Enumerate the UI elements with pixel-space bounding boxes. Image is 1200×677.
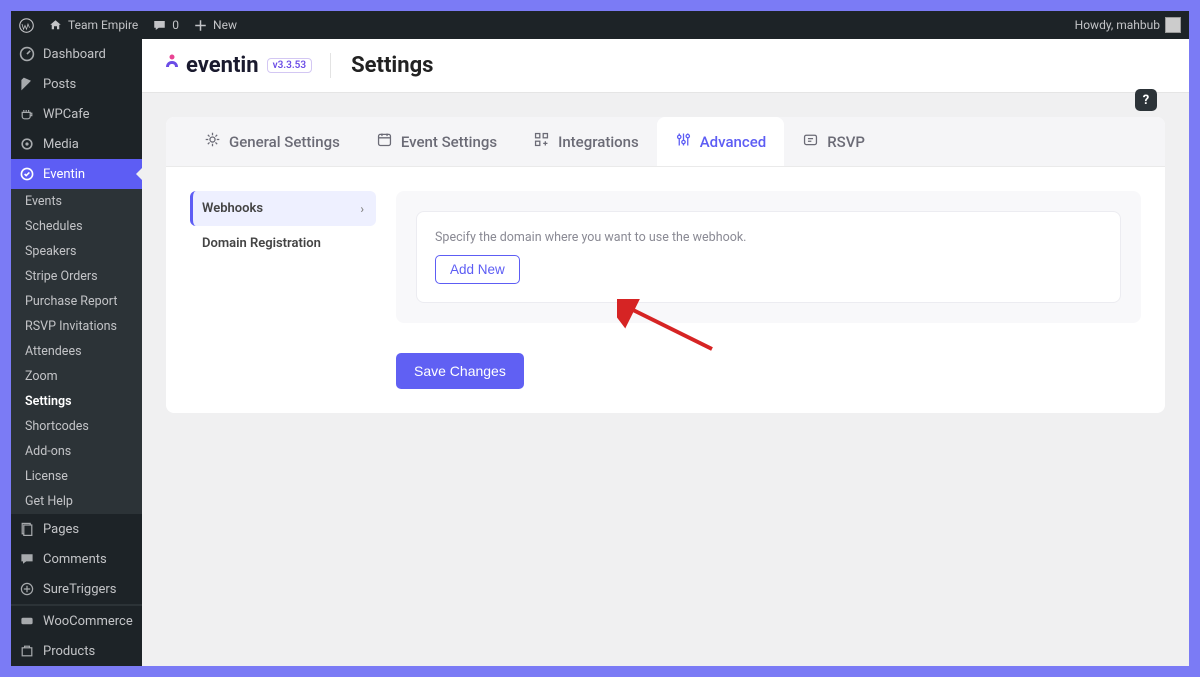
sidebar-item-pages[interactable]: Pages — [11, 514, 142, 544]
submenu-get-help[interactable]: Get Help — [11, 489, 142, 514]
sidebar-item-suretriggers[interactable]: SureTriggers — [11, 574, 142, 604]
brand: eventin v3.3.53 — [162, 53, 331, 78]
sidebar-item-media[interactable]: Media — [11, 129, 142, 159]
help-icon[interactable]: ? — [1135, 89, 1157, 111]
submenu-speakers[interactable]: Speakers — [11, 239, 142, 264]
submenu-shortcodes[interactable]: Shortcodes — [11, 414, 142, 439]
webhook-panel: Specify the domain where you want to use… — [416, 211, 1121, 303]
sidebar-item-posts[interactable]: Posts — [11, 69, 142, 99]
advanced-side-menu: Webhooks › Domain Registration — [190, 191, 376, 261]
rsvp-icon — [802, 131, 819, 152]
calendar-icon — [376, 131, 393, 152]
brand-name-text: eventin — [186, 53, 259, 78]
sidebar-item-comments[interactable]: Comments — [11, 544, 142, 574]
wp-logo[interactable] — [19, 18, 34, 33]
submenu-license[interactable]: License — [11, 464, 142, 489]
sidebar-item-products[interactable]: Products — [11, 636, 142, 666]
side-menu-domain-registration[interactable]: Domain Registration — [190, 226, 376, 261]
new-label: New — [213, 18, 237, 32]
integrations-icon — [533, 131, 550, 152]
wpcafe-icon — [19, 106, 35, 122]
submenu-settings[interactable]: Settings — [11, 389, 142, 414]
page-title: Settings — [351, 53, 433, 78]
comments-link[interactable]: 0 — [152, 18, 179, 33]
submenu-stripe-orders[interactable]: Stripe Orders — [11, 264, 142, 289]
add-new-button[interactable]: Add New — [435, 255, 520, 284]
submenu-add-ons[interactable]: Add-ons — [11, 439, 142, 464]
dashboard-icon — [19, 46, 35, 62]
save-changes-button[interactable]: Save Changes — [396, 353, 524, 389]
site-name: Team Empire — [68, 18, 138, 32]
sliders-icon — [675, 131, 692, 152]
tab-general-settings[interactable]: General Settings — [186, 117, 358, 166]
webhook-description: Specify the domain where you want to use… — [435, 230, 1102, 245]
suretriggers-icon — [19, 581, 35, 597]
submenu-events[interactable]: Events — [11, 189, 142, 214]
comments-count: 0 — [172, 18, 179, 32]
page-header: eventin v3.3.53 Settings — [142, 39, 1189, 93]
pages-icon — [19, 521, 35, 537]
avatar — [1165, 17, 1181, 33]
version-badge: v3.3.53 — [267, 58, 313, 73]
submenu-purchase-report[interactable]: Purchase Report — [11, 289, 142, 314]
woocommerce-icon — [19, 613, 35, 629]
admin-bar: Team Empire 0 New Howdy, mahbub — [11, 11, 1189, 39]
main-content: eventin v3.3.53 Settings ? General Setti… — [142, 39, 1189, 666]
tab-event-settings[interactable]: Event Settings — [358, 117, 515, 166]
tab-integrations[interactable]: Integrations — [515, 117, 657, 166]
sidebar-item-wpcafe[interactable]: WPCafe — [11, 99, 142, 129]
products-icon — [19, 643, 35, 659]
tab-rsvp[interactable]: RSVP — [784, 117, 883, 166]
side-menu-webhooks[interactable]: Webhooks › — [190, 191, 376, 226]
sidebar-item-eventin[interactable]: Eventin — [11, 159, 142, 189]
eventin-icon — [19, 166, 35, 182]
comments-icon — [19, 551, 35, 567]
user-greeting[interactable]: Howdy, mahbub — [1075, 17, 1181, 33]
submenu-attendees[interactable]: Attendees — [11, 339, 142, 364]
gear-icon — [204, 131, 221, 152]
brand-logo-icon — [162, 53, 182, 78]
sidebar-item-dashboard[interactable]: Dashboard — [11, 39, 142, 69]
admin-sidebar: Dashboard Posts WPCafe Media Eventin Eve… — [11, 39, 142, 666]
sidebar-submenu: Events Schedules Speakers Stripe Orders … — [11, 189, 142, 514]
media-icon — [19, 136, 35, 152]
new-link[interactable]: New — [193, 18, 237, 33]
posts-icon — [19, 76, 35, 92]
submenu-zoom[interactable]: Zoom — [11, 364, 142, 389]
chevron-right-icon: › — [360, 202, 364, 216]
sidebar-item-woocommerce[interactable]: WooCommerce — [11, 606, 142, 636]
settings-tabs: General Settings Event Settings Integrat… — [166, 117, 1165, 167]
site-link[interactable]: Team Empire — [48, 18, 138, 33]
tab-advanced[interactable]: Advanced — [657, 117, 784, 166]
submenu-schedules[interactable]: Schedules — [11, 214, 142, 239]
submenu-rsvp-invitations[interactable]: RSVP Invitations — [11, 314, 142, 339]
